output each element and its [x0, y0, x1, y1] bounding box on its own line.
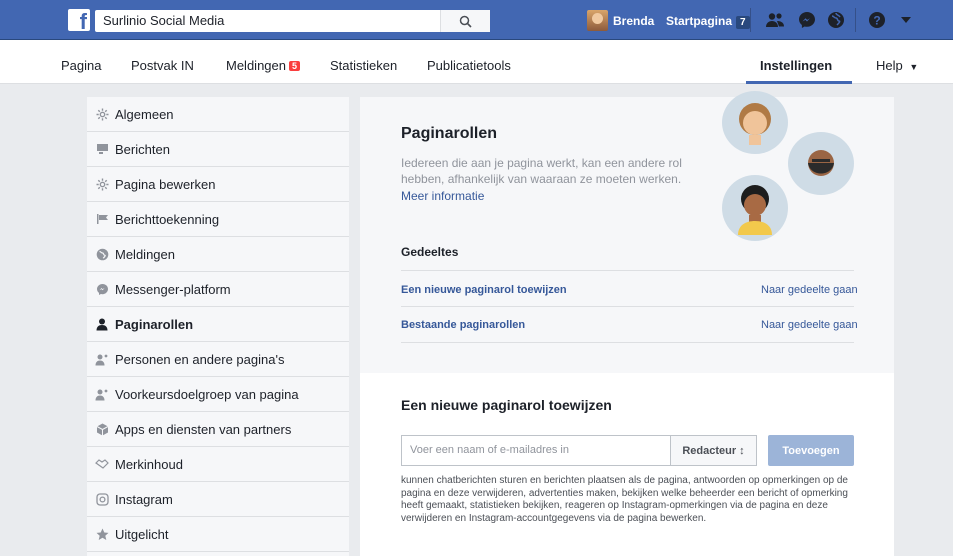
sidebar-item-pagina-bewerken[interactable]: Pagina bewerken	[87, 167, 349, 202]
top-bar: f Surlinio Social Media Brenda Startpagi…	[0, 0, 953, 40]
messages-icon	[95, 142, 109, 156]
search-input[interactable]: Surlinio Social Media	[95, 10, 490, 32]
person-illustration-icon	[788, 132, 854, 195]
divider	[855, 8, 856, 32]
sidebar-item-messenger-platform[interactable]: Messenger-platform	[87, 272, 349, 307]
sidebar-item-berichttoekenning[interactable]: Berichttoekenning	[87, 202, 349, 237]
star-icon	[95, 527, 109, 541]
home-label: Startpagina	[666, 14, 733, 28]
messenger-icon[interactable]	[797, 11, 817, 29]
sidebar-item-instagram[interactable]: Instagram	[87, 482, 349, 517]
sidebar-item-label: Apps en diensten van partners	[115, 421, 292, 437]
goto-section-link[interactable]: Naar gedeelte gaan	[761, 319, 858, 331]
page-nav-bar: Pagina Postvak IN Meldingen 5 Statistieke…	[0, 40, 953, 84]
person-illustration-icon	[722, 91, 788, 154]
gear-icon	[95, 177, 109, 191]
gear-icon	[95, 107, 109, 121]
sidebar-item-apps-en-diensten[interactable]: Apps en diensten van partners	[87, 412, 349, 447]
sidebar-item-label: Merkinhoud	[115, 456, 183, 472]
section-link-existing-roles[interactable]: Bestaande paginarollen	[401, 319, 525, 331]
divider	[750, 8, 751, 32]
home-count-badge: 7	[736, 16, 750, 29]
profile-name-link[interactable]: Brenda	[613, 14, 654, 28]
notification-badge: 5	[289, 61, 301, 71]
search-icon	[459, 15, 472, 28]
add-button[interactable]: Toevoegen	[768, 435, 854, 466]
tab-statistieken[interactable]: Statistieken	[330, 58, 397, 73]
sidebar-item-label: Meldingen	[115, 246, 175, 262]
people-icon	[95, 387, 109, 401]
sidebar-item-label: Berichttoekenning	[115, 211, 220, 227]
help-icon[interactable]: ?	[867, 11, 887, 29]
sidebar-item-label: Instagram	[115, 491, 173, 507]
sidebar-item-algemeen[interactable]: Algemeen	[87, 97, 349, 132]
tab-meldingen-label: Meldingen	[226, 58, 286, 73]
active-tab-indicator	[746, 81, 852, 84]
search-button[interactable]	[440, 10, 490, 32]
flag-icon	[95, 212, 109, 226]
friend-requests-icon[interactable]	[765, 11, 785, 29]
sidebar-item-paginarollen[interactable]: Paginarollen	[87, 307, 349, 342]
instagram-icon	[95, 492, 109, 506]
divider	[401, 306, 854, 307]
sidebar-item-label: Uitgelicht	[115, 526, 169, 542]
role-select[interactable]: Redacteur ↕	[670, 435, 757, 466]
name-or-email-input[interactable]: Voer een naam of e-mailadres in	[401, 435, 671, 466]
person-illustration-icon	[722, 175, 788, 241]
facebook-logo-icon[interactable]: f	[68, 9, 90, 31]
sidebar-item-merkinhoud[interactable]: Merkinhoud	[87, 447, 349, 482]
home-link[interactable]: Startpagina 7	[666, 14, 750, 29]
intro-text: Iedereen die aan je pagina werkt, kan ee…	[401, 156, 682, 186]
more-info-link[interactable]: Meer informatie	[401, 189, 484, 203]
role-description: kunnen chatberichten sturen en berichten…	[401, 475, 848, 524]
cube-icon	[95, 422, 109, 436]
section-link-assign-role[interactable]: Een nieuwe paginarol toewijzen	[401, 284, 567, 296]
sidebar-item-label: Messenger-platform	[115, 281, 231, 297]
goto-section-link[interactable]: Naar gedeelte gaan	[761, 284, 858, 296]
sidebar-item-label: Personen en andere pagina's	[115, 351, 285, 367]
assign-role-title: Een nieuwe paginarol toewijzen	[401, 397, 612, 413]
sidebar-item-label: Paginarollen	[115, 316, 194, 332]
sidebar-item-label: Berichten	[115, 141, 170, 157]
sidebar-item-label: Voorkeursdoelgroep van pagina	[115, 386, 299, 402]
sidebar-item-uitgelicht[interactable]: Uitgelicht	[87, 517, 349, 552]
sidebar-item-berichten[interactable]: Berichten	[87, 132, 349, 167]
tab-help[interactable]: Help ▼	[876, 58, 918, 73]
person-icon	[95, 317, 109, 331]
messenger-icon	[95, 282, 109, 296]
sidebar-item-label: Algemeen	[115, 106, 174, 122]
svg-text:?: ?	[873, 14, 880, 28]
tab-publicatietools[interactable]: Publicatietools	[427, 58, 511, 73]
tab-postvak-in[interactable]: Postvak IN	[131, 58, 194, 73]
globe-icon	[95, 247, 109, 261]
handshake-icon	[95, 457, 109, 471]
tab-instellingen[interactable]: Instellingen	[760, 58, 832, 73]
account-menu-chevron-icon[interactable]	[896, 11, 916, 29]
sections-label: Gedeeltes	[401, 245, 459, 259]
divider	[401, 342, 854, 343]
sidebar-item-personen[interactable]: Personen en andere pagina's	[87, 342, 349, 377]
sidebar-item-voorkeursdoelgroep[interactable]: Voorkeursdoelgroep van pagina	[87, 377, 349, 412]
tab-meldingen[interactable]: Meldingen 5	[226, 58, 301, 73]
settings-sidebar: Algemeen Berichten Pagina bewerken Beric…	[87, 97, 349, 556]
avatar[interactable]	[587, 10, 608, 31]
sidebar-item-label: Pagina bewerken	[115, 176, 216, 192]
people-icon	[95, 352, 109, 366]
page-title: Paginarollen	[401, 125, 498, 142]
tab-pagina[interactable]: Pagina	[61, 58, 101, 73]
notifications-globe-icon[interactable]	[826, 11, 846, 29]
sidebar-item-meldingen[interactable]: Meldingen	[87, 237, 349, 272]
divider	[401, 270, 854, 271]
tab-help-label: Help	[876, 58, 903, 73]
chevron-down-icon: ▼	[909, 62, 919, 72]
